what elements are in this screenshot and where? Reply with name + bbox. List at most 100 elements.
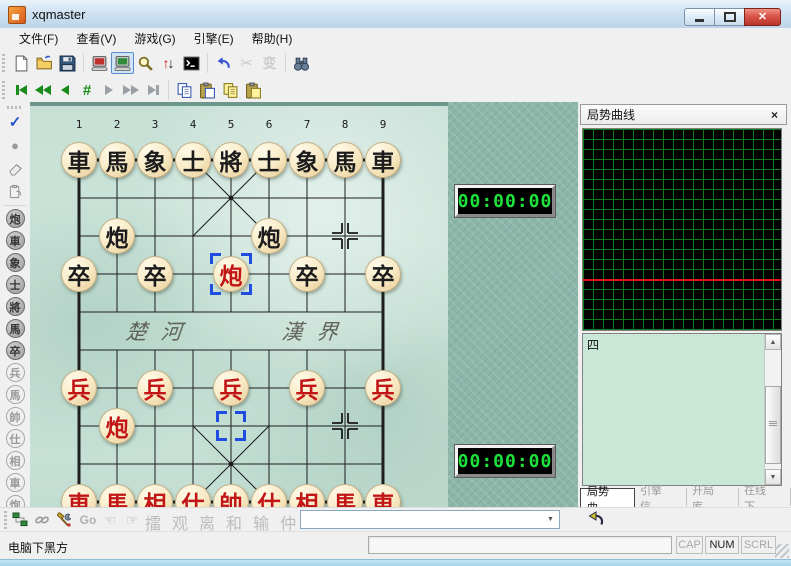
close-button[interactable]: ✕ <box>744 8 781 26</box>
bottom-toolbar: Go ☜ ☞ 擂观离和输仲 ▼ <box>0 507 791 533</box>
board-piece[interactable]: 炮 <box>99 218 135 254</box>
menu-help[interactable]: 帮助(H) <box>243 28 302 49</box>
settings-tools-button[interactable] <box>54 511 74 529</box>
board-piece[interactable]: 卒 <box>137 256 173 292</box>
palette-piece-red[interactable]: 相 <box>5 451 25 470</box>
board-piece[interactable]: 兵 <box>137 370 173 406</box>
zoom-button[interactable] <box>134 52 157 74</box>
board-piece[interactable]: 卒 <box>365 256 401 292</box>
palette-piece-red[interactable]: 車 <box>5 473 25 492</box>
palette-piece-black[interactable]: 炮 <box>5 209 25 228</box>
resize-grip[interactable] <box>775 544 789 558</box>
palette-piece-red[interactable]: 兵 <box>5 363 25 382</box>
move-list-combobox[interactable]: ▼ <box>300 510 560 529</box>
first-move-button[interactable] <box>10 80 32 100</box>
board-mode-red-button[interactable] <box>88 52 111 74</box>
board-piece[interactable]: 炮 <box>99 408 135 444</box>
fast-forward-button[interactable] <box>120 80 142 100</box>
board-piece[interactable]: 炮 <box>251 218 287 254</box>
copy-fen-button[interactable] <box>219 79 242 101</box>
menu-view[interactable]: 查看(V) <box>67 28 125 49</box>
board-piece[interactable]: 馬 <box>99 142 135 178</box>
save-button[interactable] <box>56 52 79 74</box>
xiangqi-board[interactable]: 123456789 楚河 漢界 車馬象士將士象馬車炮炮卒卒炮卒卒兵兵兵兵兵炮車馬… <box>30 102 448 507</box>
link-button[interactable] <box>32 511 52 529</box>
board-piece[interactable]: 兵 <box>289 370 325 406</box>
board-piece[interactable]: 象 <box>137 142 173 178</box>
board-mode-green-button[interactable] <box>111 52 134 74</box>
board-piece[interactable]: 士 <box>251 142 287 178</box>
move-number-button[interactable]: # <box>76 80 98 100</box>
find-button[interactable] <box>290 52 313 74</box>
panel-text-area[interactable]: 四 ▲ ▼ <box>582 333 782 486</box>
board-piece[interactable]: 兵 <box>365 370 401 406</box>
palette-piece-red[interactable]: 馬 <box>5 385 25 404</box>
forward-button[interactable] <box>98 80 120 100</box>
board-piece[interactable]: 車 <box>365 142 401 178</box>
back-button[interactable] <box>54 80 76 100</box>
console-button[interactable] <box>180 52 203 74</box>
go-button[interactable]: Go <box>78 511 98 529</box>
board-piece[interactable]: 卒 <box>289 256 325 292</box>
open-file-button[interactable] <box>33 52 56 74</box>
panel-tab-1[interactable]: 引擎信... <box>635 485 687 513</box>
network-button[interactable] <box>10 511 30 529</box>
combobox-dropdown-icon[interactable]: ▼ <box>543 512 558 527</box>
paste-position-button[interactable] <box>4 180 26 202</box>
undo-button[interactable] <box>212 52 235 74</box>
maximize-icon <box>723 12 736 22</box>
scroll-up-icon[interactable]: ▲ <box>765 334 781 350</box>
maximize-button[interactable] <box>714 8 745 26</box>
palette-piece-black[interactable]: 士 <box>5 275 25 294</box>
panel-tab-2[interactable]: 开局库... <box>687 485 739 513</box>
palette-piece-red[interactable]: 帥 <box>5 407 25 426</box>
hand-right-button[interactable]: ☞ <box>122 511 142 529</box>
palette-piece-black[interactable]: 馬 <box>5 319 25 338</box>
toolbar-grip[interactable] <box>2 54 5 72</box>
palette-piece-red[interactable]: 仕 <box>5 429 25 448</box>
hash-icon: # <box>82 81 92 99</box>
toolbar-grip[interactable] <box>4 511 7 529</box>
board-piece[interactable]: 兵 <box>61 370 97 406</box>
panel-scrollbar[interactable]: ▲ ▼ <box>764 334 781 485</box>
palette-piece-black[interactable]: 象 <box>5 253 25 272</box>
flip-board-button[interactable]: ↑ ↓ <box>157 52 180 74</box>
board-piece[interactable]: 將 <box>213 142 249 178</box>
panel-tab-3[interactable]: 在线下... <box>739 485 791 513</box>
board-piece[interactable]: 卒 <box>61 256 97 292</box>
menu-game[interactable]: 游戏(G) <box>125 28 184 49</box>
panel-tab-0[interactable]: 局势曲... <box>580 486 635 514</box>
board-piece[interactable]: 馬 <box>327 142 363 178</box>
hand-left-button[interactable]: ☜ <box>100 511 120 529</box>
palette-piece-black[interactable]: 車 <box>5 231 25 250</box>
palette-piece-black[interactable]: 卒 <box>5 341 25 360</box>
board-piece[interactable]: 車 <box>61 142 97 178</box>
legal-moves-button[interactable]: ✓ <box>4 111 26 133</box>
paste-button[interactable] <box>196 79 219 101</box>
scrollbar-thumb[interactable] <box>765 386 781 464</box>
panel-header[interactable]: 局势曲线 × <box>580 104 787 125</box>
dot-marker-button[interactable]: ● <box>4 134 26 156</box>
last-move-button[interactable] <box>142 80 164 100</box>
board-piece[interactable]: 兵 <box>213 370 249 406</box>
cut-button[interactable]: ✂ <box>235 52 258 74</box>
status-bar: 电脑下黑方 CAP NUM SCRL <box>0 531 791 560</box>
board-piece[interactable]: 象 <box>289 142 325 178</box>
paste-fen-button[interactable] <box>242 79 265 101</box>
board-piece[interactable]: 士 <box>175 142 211 178</box>
sidebar-grip[interactable] <box>7 106 23 109</box>
title-bar[interactable]: xqmaster ✕ <box>0 0 791 29</box>
palette-piece-black[interactable]: 將 <box>5 297 25 316</box>
panel-close-icon[interactable]: × <box>769 108 780 122</box>
return-move-button[interactable] <box>584 509 608 529</box>
minimize-button[interactable] <box>684 8 715 26</box>
menu-engine[interactable]: 引擎(E) <box>185 28 243 49</box>
variation-button[interactable]: 变 <box>258 52 281 74</box>
rewind-button[interactable] <box>32 80 54 100</box>
menu-file[interactable]: 文件(F) <box>10 28 67 49</box>
eraser-button[interactable] <box>4 157 26 179</box>
copy-button[interactable] <box>173 79 196 101</box>
toolbar-grip[interactable] <box>2 81 5 99</box>
right-triangle-icon <box>123 85 131 95</box>
new-file-button[interactable] <box>10 52 33 74</box>
